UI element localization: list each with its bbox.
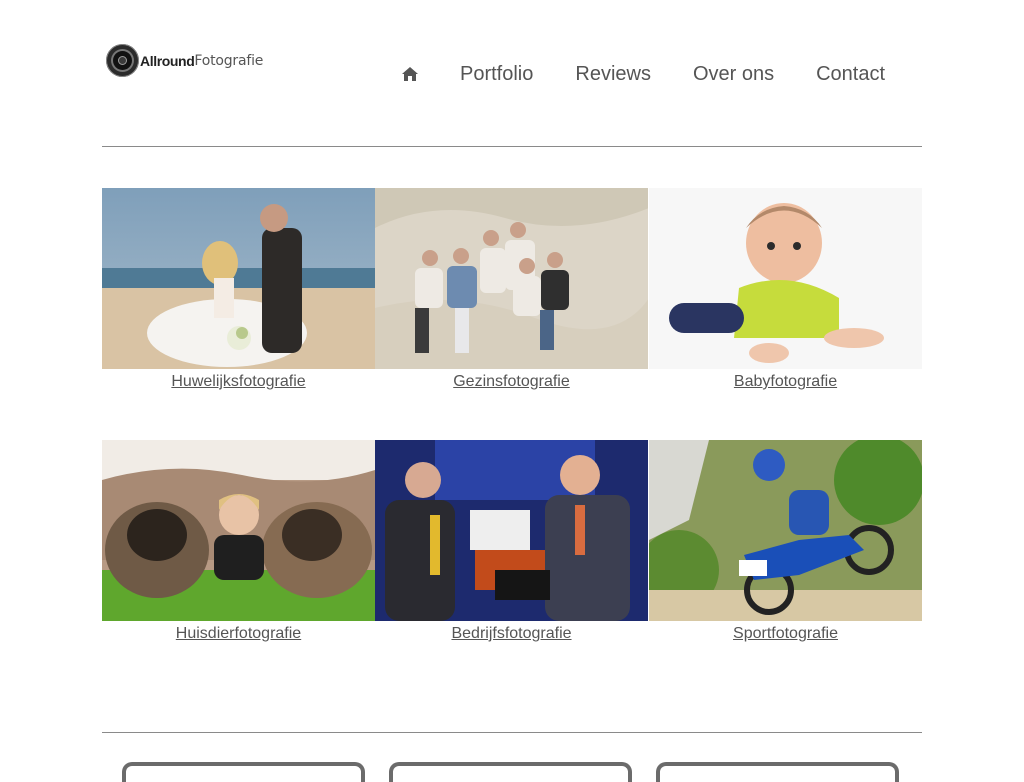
family-photo[interactable] [375, 188, 648, 369]
caption-babyfotografie[interactable]: Babyfotografie [649, 373, 922, 391]
pet-photo-image [102, 440, 375, 621]
site-logo[interactable]: Allround Fotografie [106, 44, 263, 77]
caption-sportfotografie[interactable]: Sportfotografie [649, 625, 922, 643]
caption-huwelijksfotografie[interactable]: Huwelijksfotografie [102, 373, 375, 391]
nav-home-link[interactable] [400, 66, 420, 82]
wedding-photo-image [102, 188, 375, 369]
nav-portfolio[interactable]: Portfolio [460, 62, 533, 86]
sport-photo[interactable] [649, 440, 922, 621]
caption-bedrijfsfotografie[interactable]: Bedrijfsfotografie [375, 625, 648, 643]
business-photo[interactable] [375, 440, 648, 621]
wedding-photo[interactable] [102, 188, 375, 369]
bottom-button-3[interactable] [656, 762, 899, 782]
caption-huisdierfotografie[interactable]: Huisdierfotografie [102, 625, 375, 643]
nav-contact[interactable]: Contact [816, 62, 885, 86]
sport-photo-image [649, 440, 922, 621]
logo-text-light: Fotografie [194, 52, 264, 69]
caption-gezinsfotografie[interactable]: Gezinsfotografie [375, 373, 648, 391]
baby-photo[interactable] [649, 188, 922, 369]
page-container: Allround Fotografie Portfolio Reviews Ov… [102, 0, 922, 782]
home-icon [402, 67, 418, 81]
logo-text-bold: Allround [140, 52, 195, 69]
baby-photo-image [649, 188, 922, 369]
bottom-button-1[interactable] [122, 762, 365, 782]
footer-divider [102, 732, 922, 733]
family-photo-image [375, 188, 648, 369]
camera-lens-icon [106, 44, 139, 77]
pet-photo[interactable] [102, 440, 375, 621]
bottom-button-2[interactable] [389, 762, 632, 782]
business-photo-image [375, 440, 648, 621]
nav-over-ons[interactable]: Over ons [693, 62, 774, 86]
nav-reviews[interactable]: Reviews [575, 62, 651, 86]
main-nav: Portfolio Reviews Over ons Contact [400, 62, 885, 86]
header-divider [102, 146, 922, 147]
